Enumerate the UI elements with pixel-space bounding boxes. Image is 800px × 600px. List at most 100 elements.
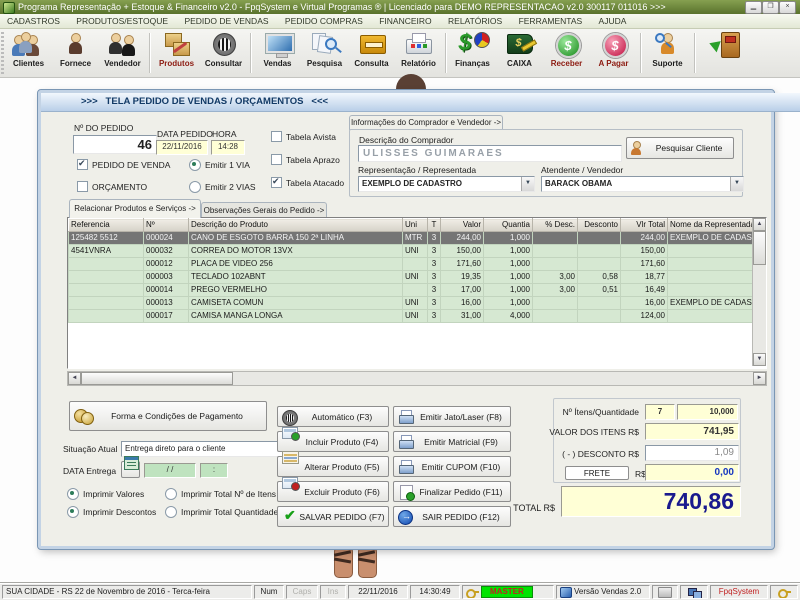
frete-button[interactable]: FRETE: [565, 466, 629, 480]
table-row[interactable]: 000003 TECLADO 102ABNT UNI 3 19,35 1,000 3,00 0…: [68, 270, 753, 284]
tabela-atacado-checkbox[interactable]: Tabela Atacado: [271, 176, 344, 188]
col-header[interactable]: Vlr Total: [620, 218, 668, 232]
representacao-dropdown[interactable]: EXEMPLO DE CADASTRO ▼: [358, 176, 535, 192]
col-header[interactable]: Nº: [143, 218, 189, 232]
entrega-hora-field[interactable]: :: [200, 463, 228, 478]
tab-informacoes-comprador[interactable]: Informações do Comprador e Vendedor ->: [349, 115, 503, 130]
finalizar-pedido-button[interactable]: Finalizar Pedido (F11): [393, 481, 511, 502]
imprimir-total-quantidade-radio[interactable]: Imprimir Total Quantidade: [165, 506, 278, 518]
pesquisar-cliente-button[interactable]: Pesquisar Cliente: [626, 137, 734, 159]
table-row-selected[interactable]: 125482 5512 000024 CANO DE ESGOTO BARRA 15…: [68, 231, 753, 245]
emitir-matricial-button[interactable]: Emitir Matricial (F9): [393, 431, 511, 452]
menu-cadastros[interactable]: CADASTROS: [0, 14, 67, 28]
scroll-down-icon[interactable]: ▼: [753, 353, 766, 366]
pedido-venda-checkbox[interactable]: PEDIDO DE VENDA: [77, 158, 170, 170]
toolbar-item-sair[interactable]: [698, 29, 754, 77]
toolbar-grip: [1, 32, 4, 74]
status-printer[interactable]: [652, 585, 678, 599]
numero-pedido-input[interactable]: 46: [73, 135, 157, 154]
close-button[interactable]: ×: [779, 1, 796, 14]
col-header[interactable]: Referencia: [68, 218, 144, 232]
menu-produtos-estoque[interactable]: PRODUTOS/ESTOQUE: [69, 14, 175, 28]
toolbar-item-vendedor[interactable]: Vendedor: [99, 29, 146, 77]
forma-pagamento-button[interactable]: Forma e Condições de Pagamento: [69, 401, 267, 431]
menu-financeiro[interactable]: FINANCEIRO: [372, 14, 438, 28]
emitir-2-vias-radio[interactable]: Emitir 2 VIAS: [189, 181, 256, 193]
tabela-aprazo-checkbox[interactable]: Tabela Aprazo: [271, 154, 340, 165]
version-icon: [560, 586, 572, 598]
sales-monitor-icon: [261, 31, 295, 58]
situacao-atual-dropdown[interactable]: Entrega direto para o cliente ▼: [121, 441, 298, 457]
tab-observacoes-pedido[interactable]: Observações Gerais do Pedido ->: [201, 202, 327, 218]
horizontal-scrollbar[interactable]: ◄ ►: [67, 371, 767, 386]
menu-ferramentas[interactable]: FERRAMENTAS: [512, 14, 590, 28]
menu-ajuda[interactable]: AJUDA: [592, 14, 634, 28]
automatico-button[interactable]: Automático (F3): [277, 406, 389, 427]
tab-relacionar-produtos[interactable]: Relacionar Produtos e Serviços ->: [69, 199, 201, 218]
salvar-pedido-button[interactable]: SALVAR PEDIDO (F7): [277, 506, 389, 527]
toolbar-item-caixa[interactable]: CAIXA: [496, 29, 543, 77]
table-row[interactable]: 000014 PREGO VERMELHO 3 17,00 1,000 3,00 0,51 1…: [68, 283, 753, 297]
desconto-input[interactable]: 1,09: [645, 445, 739, 461]
comprador-input[interactable]: ULISSES GUIMARAES: [358, 145, 622, 162]
tabela-avista-checkbox[interactable]: Tabela Avista: [271, 131, 336, 142]
alterar-produto-button[interactable]: Alterar Produto (F5): [277, 451, 389, 477]
minimize-button[interactable]: ▁: [745, 1, 762, 14]
checkbox-icon: [271, 154, 282, 165]
col-header[interactable]: Nome da Representada: [667, 218, 753, 232]
menu-pedido-compras[interactable]: PEDIDO COMPRAS: [278, 14, 370, 28]
imprimir-valores-radio[interactable]: Imprimir Valores: [67, 488, 144, 500]
scroll-right-icon[interactable]: ►: [753, 372, 766, 385]
window-titlebar[interactable]: Programa Representação + Estoque & Finan…: [0, 0, 800, 14]
toolbar-item-clientes[interactable]: Clientes: [5, 29, 52, 77]
incluir-produto-button[interactable]: Incluir Produto (F4): [277, 427, 389, 452]
person-search-icon: [629, 141, 645, 155]
col-header[interactable]: Descrição do Produto: [188, 218, 403, 232]
emitir-1-via-radio[interactable]: Emitir 1 VIA: [189, 159, 250, 171]
orcamento-checkbox[interactable]: ORÇAMENTO: [77, 181, 147, 192]
scroll-left-icon[interactable]: ◄: [68, 372, 81, 385]
toolbar-item-consulta[interactable]: Consulta: [348, 29, 395, 77]
imprimir-descontos-radio[interactable]: Imprimir Descontos: [67, 506, 156, 518]
emitir-jato-laser-button[interactable]: Emitir Jato/Laser (F8): [393, 406, 511, 427]
scroll-thumb[interactable]: [81, 372, 233, 385]
chevron-down-icon[interactable]: ▼: [730, 177, 743, 191]
scroll-thumb[interactable]: [753, 231, 766, 265]
menu-pedido-vendas[interactable]: PEDIDO DE VENDAS: [177, 14, 275, 28]
scroll-up-icon[interactable]: ▲: [753, 218, 766, 231]
toolbar-item-financas[interactable]: $ Finanças: [449, 29, 496, 77]
atendente-dropdown[interactable]: BARACK OBAMA ▼: [541, 176, 744, 192]
toolbar-item-relatorio[interactable]: Relatório: [395, 29, 442, 77]
toolbar-item-produtos[interactable]: Produtos: [153, 29, 200, 77]
col-header[interactable]: % Desc.: [532, 218, 578, 232]
col-header[interactable]: Quantia: [483, 218, 533, 232]
emitir-cupom-button[interactable]: Emitir CUPOM (F10): [393, 456, 511, 477]
cell: 1,000: [483, 231, 533, 245]
restore-button[interactable]: ❐: [762, 1, 779, 14]
menu-relatorios[interactable]: RELATÓRIOS: [441, 14, 509, 28]
status-network[interactable]: [680, 585, 708, 599]
chevron-down-icon[interactable]: ▼: [521, 177, 534, 191]
vertical-scrollbar[interactable]: ▲ ▼: [752, 218, 766, 366]
calendar-button[interactable]: [121, 456, 140, 478]
check-icon: [282, 507, 298, 524]
excluir-produto-button[interactable]: Excluir Produto (F6): [277, 477, 389, 502]
table-row[interactable]: 000013 CAMISETA COMUN UNI 3 16,00 1,000 16,00 E…: [68, 296, 753, 310]
col-header[interactable]: Desconto: [577, 218, 621, 232]
col-header[interactable]: Uni: [402, 218, 428, 232]
col-header[interactable]: Valor: [440, 218, 484, 232]
col-header[interactable]: T: [427, 218, 441, 232]
toolbar-item-suporte[interactable]: Suporte: [644, 29, 691, 77]
toolbar-item-receber[interactable]: Receber: [543, 29, 590, 77]
table-row[interactable]: 000012 PLACA DE VIDEO 256 3 171,60 1,000 171,…: [68, 257, 753, 271]
table-row[interactable]: 4541VNRA 000032 CORREA DO MOTOR 13VX UNI 3 15…: [68, 244, 753, 258]
toolbar-item-consultar[interactable]: Consultar: [200, 29, 247, 77]
imprimir-total-itens-radio[interactable]: Imprimir Total Nº de Itens: [165, 488, 276, 500]
toolbar-item-fornecedor[interactable]: Fornece: [52, 29, 99, 77]
toolbar-item-vendas[interactable]: Vendas: [254, 29, 301, 77]
table-row[interactable]: 000017 CAMISA MANGA LONGA UNI 3 31,00 4,000 12…: [68, 309, 753, 323]
entrega-data-field[interactable]: / /: [144, 463, 196, 478]
toolbar-item-pesquisa[interactable]: Pesquisa: [301, 29, 348, 77]
dialog-title[interactable]: >>> TELA PEDIDO DE VENDAS / ORÇAMENTOS <…: [41, 93, 800, 112]
toolbar-item-a-pagar[interactable]: A Pagar: [590, 29, 637, 77]
